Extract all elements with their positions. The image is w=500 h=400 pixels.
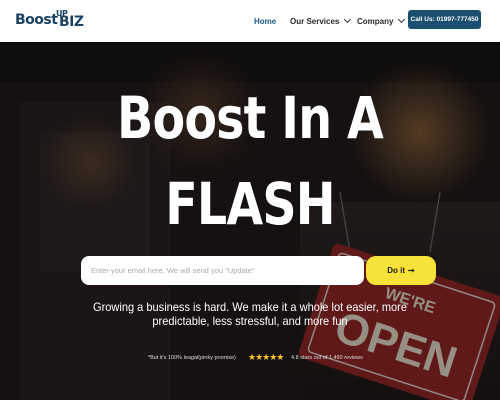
rating-text: 4.8 stars out of 1,490 reviews: [291, 355, 363, 361]
nav-home-label: Home: [254, 16, 277, 26]
chevron-down-icon: [398, 15, 406, 24]
nav-company-label: Company: [357, 16, 394, 26]
chevron-down-icon: [344, 15, 352, 24]
rating-stars-icon: ★★★★★: [248, 352, 284, 362]
hero-title-line-2: FLASH: [165, 170, 335, 238]
hero-tagline: Growing a business is hard. We make it a…: [93, 300, 407, 328]
nav-home[interactable]: Home: [254, 0, 276, 42]
hero-title-line-1: Boost In A: [117, 84, 384, 152]
logo-biz-text: BIZ: [59, 14, 84, 30]
site-header: Boost UP BIZ Home Our Services Company C…: [0, 0, 500, 42]
page: Boost UP BIZ Home Our Services Company C…: [0, 0, 500, 400]
do-it-label: Do it: [387, 266, 406, 275]
call-us-button[interactable]: Call Us: 01997-777450: [408, 10, 481, 29]
email-input[interactable]: [81, 256, 364, 285]
do-it-button[interactable]: Do it ➞: [366, 256, 436, 285]
hero-section: WE'RE OPEN Boost In A FLASH Do it ➞ Grow…: [0, 42, 500, 400]
arrow-right-icon: ➞: [408, 266, 415, 275]
nav-our-services[interactable]: Our Services: [290, 0, 352, 42]
nav-services-label: Our Services: [290, 16, 340, 26]
logo-boost-text: Boost: [15, 12, 58, 28]
nav-company[interactable]: Company: [357, 0, 406, 42]
legal-note: *But it's 100% leagal(pinky promise): [148, 355, 236, 361]
